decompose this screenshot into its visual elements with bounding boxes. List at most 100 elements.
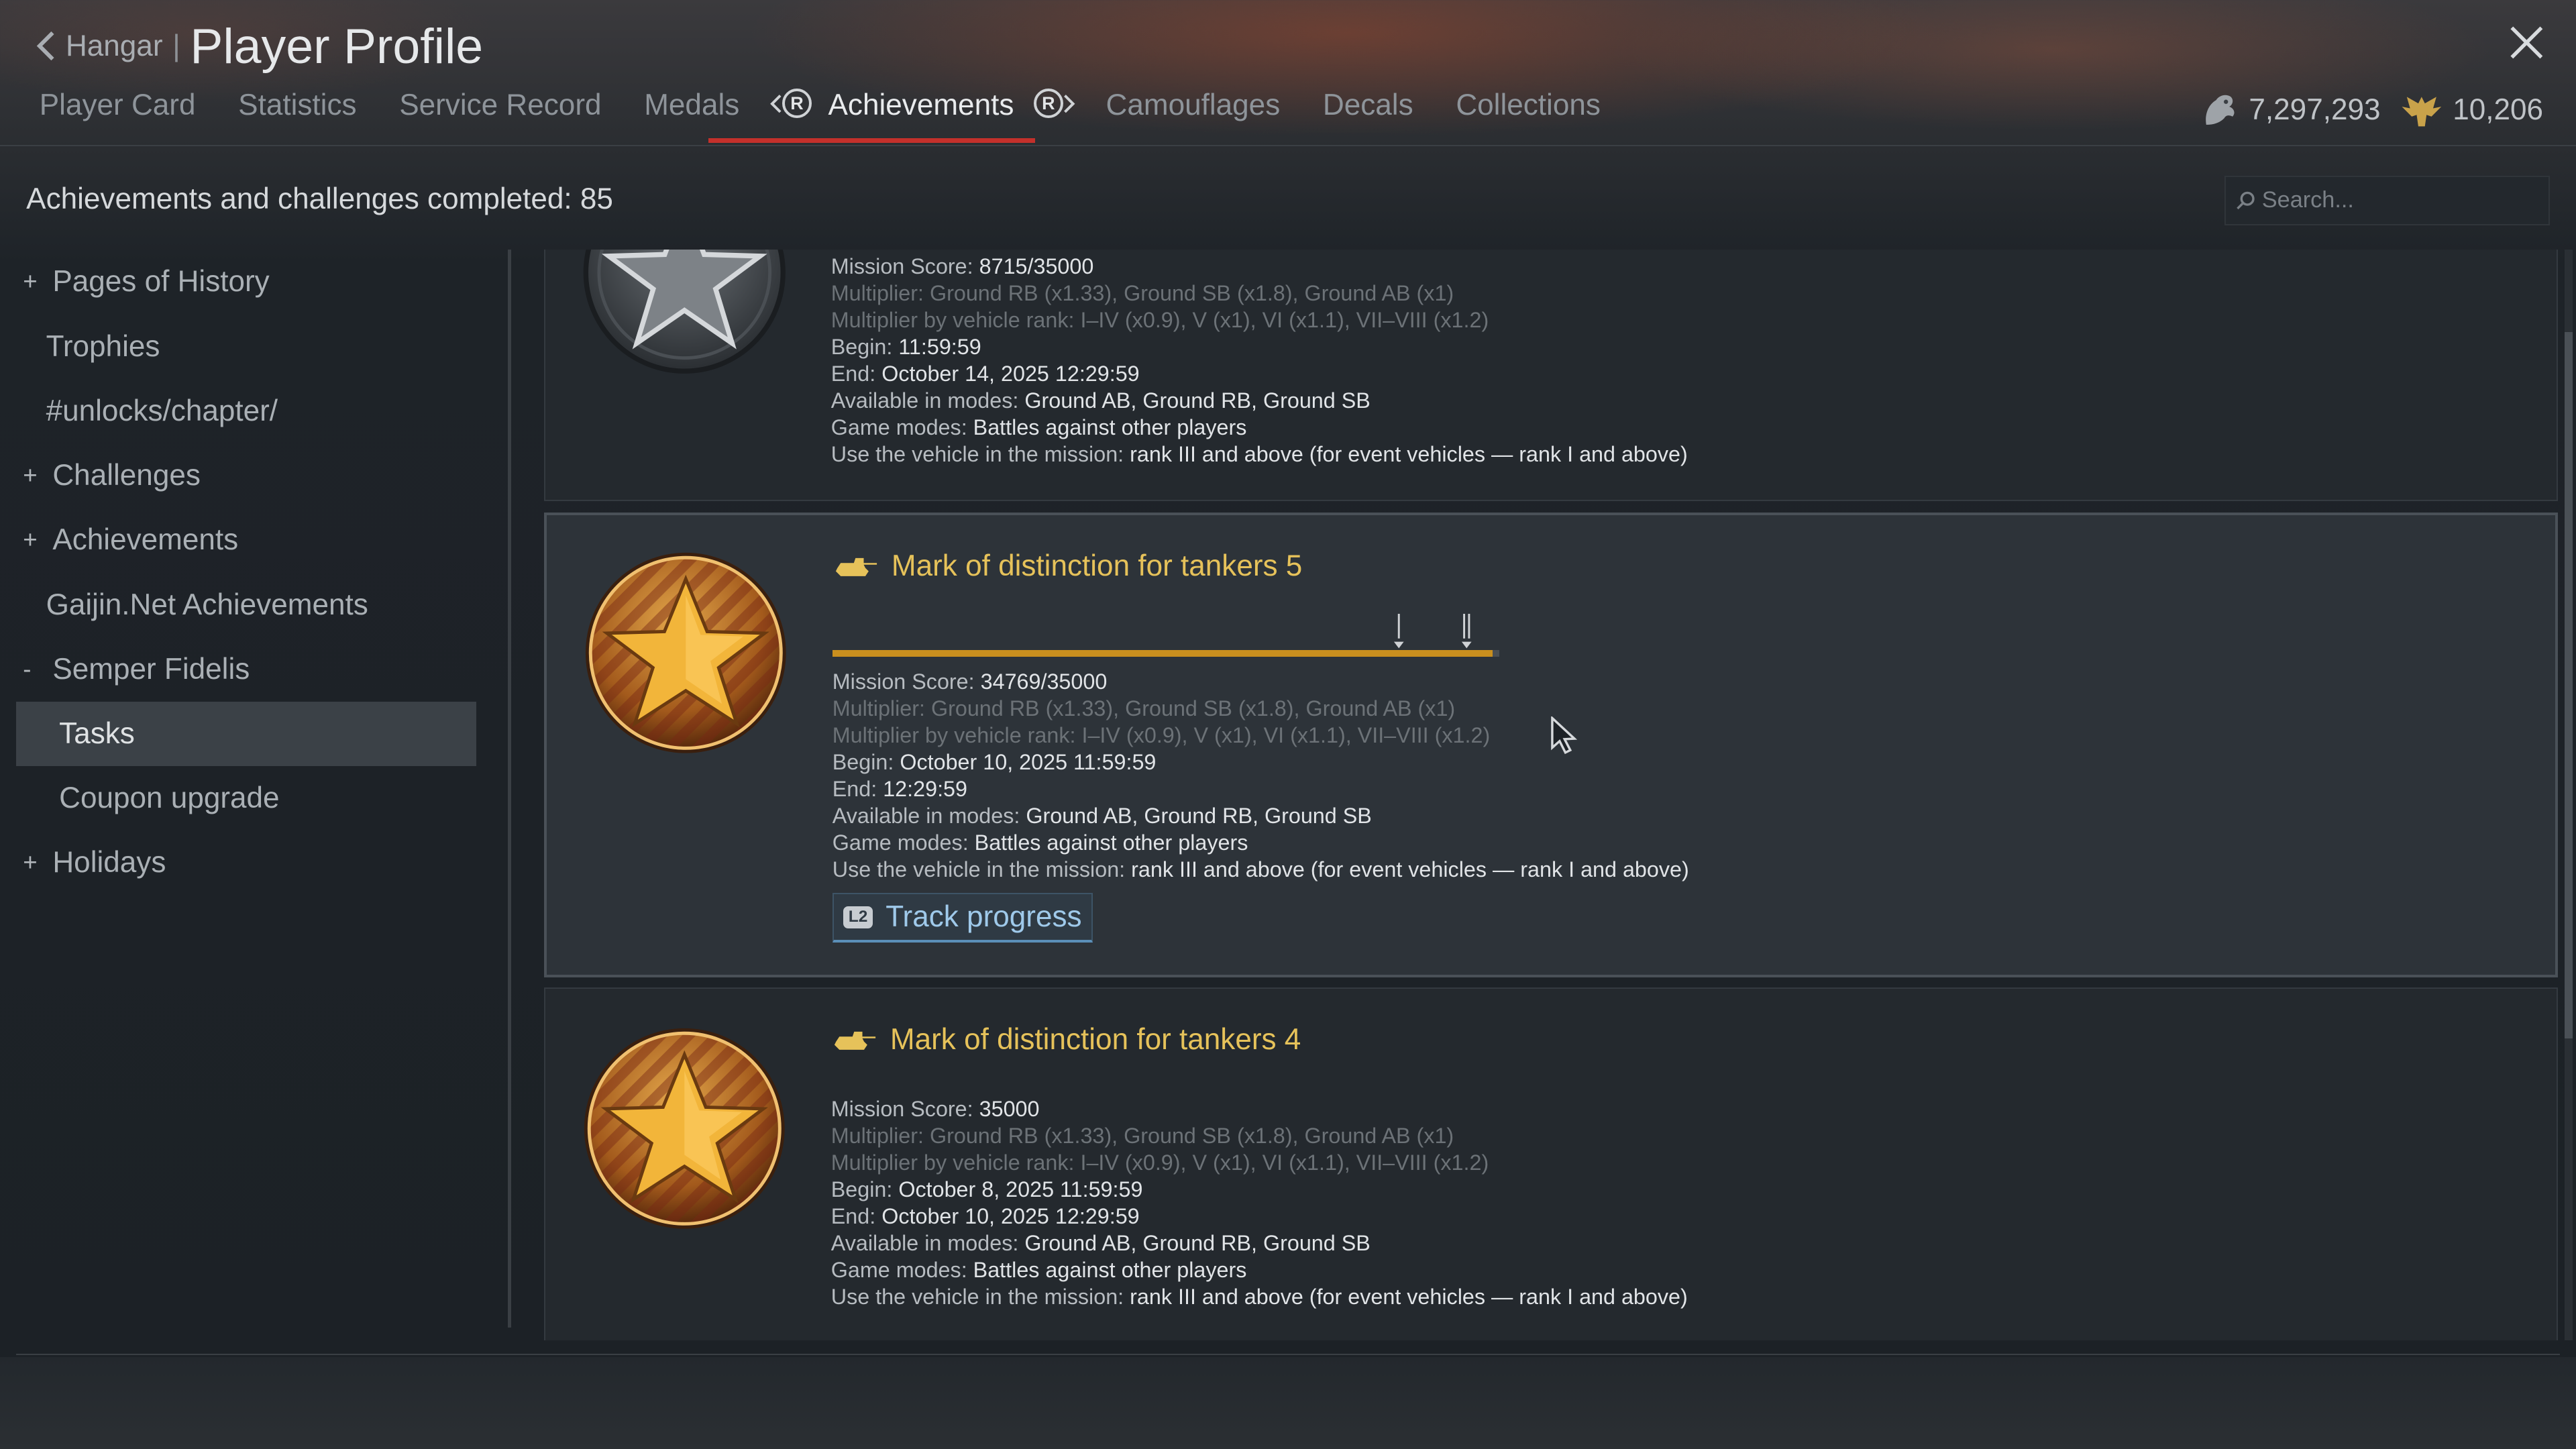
mouse-cursor-icon bbox=[1551, 716, 1578, 754]
vehicle-row: Use the vehicle in the mission: rank III… bbox=[833, 856, 1689, 883]
silver-lions: 7,297,293 bbox=[2200, 92, 2381, 128]
caret-right-icon bbox=[1063, 94, 1075, 113]
tab-statistics[interactable]: Statistics bbox=[238, 89, 356, 122]
multiplier-rank-row: Multiplier by vehicle rank: I–IV (x0.9),… bbox=[830, 1150, 1489, 1175]
sidebar-item-achievements[interactable]: + Achievements bbox=[16, 508, 476, 572]
close-icon bbox=[2510, 26, 2543, 59]
gold-star-medal-icon bbox=[584, 1028, 786, 1229]
sidebar-item-gaijin-net-achievements[interactable]: Gaijin.Net Achievements bbox=[16, 572, 476, 637]
sidebar-item-label: Achievements bbox=[52, 523, 239, 557]
sidebar-item-label: Pages of History bbox=[52, 265, 270, 299]
begin-label: Begin: bbox=[830, 1177, 893, 1202]
tab-collections[interactable]: Collections bbox=[1456, 89, 1601, 122]
task-title-text: Mark of distinction for tankers 5 bbox=[891, 549, 1303, 583]
caret-left-icon bbox=[770, 94, 782, 113]
end-value: October 14, 2025 12:29:59 bbox=[881, 361, 1140, 386]
stage-marker-1 bbox=[1394, 614, 1404, 649]
multiplier-row: Multiplier: Ground RB (x1.33), Ground SB… bbox=[830, 1124, 1454, 1148]
silver-lion-icon bbox=[2206, 95, 2235, 125]
prev-tab-gamepad-hint[interactable]: R bbox=[769, 89, 812, 119]
completed-count: Achievements and challenges completed: 8… bbox=[26, 182, 613, 215]
vehicle-label: Use the vehicle in the mission: bbox=[830, 1285, 1124, 1309]
chevron-left-icon bbox=[36, 31, 54, 61]
modes-row: Available in modes: Ground AB, Ground RB… bbox=[831, 387, 1688, 414]
sidebar-item-semper-fidelis[interactable]: - Semper Fidelis bbox=[16, 637, 476, 702]
tab-medals[interactable]: Medals bbox=[644, 89, 739, 122]
sidebar-item-unlocks-chapter[interactable]: #unlocks/chapter/ bbox=[16, 379, 476, 443]
tab-service-record[interactable]: Service Record bbox=[399, 89, 601, 122]
sidebar-item-label: #unlocks/chapter/ bbox=[46, 394, 278, 427]
mission-score-value: 35000 bbox=[979, 1097, 1040, 1121]
back-label: Hangar bbox=[65, 29, 163, 62]
header-divider bbox=[0, 144, 2576, 146]
sidebar-item-label: Coupon upgrade bbox=[59, 782, 280, 815]
sidebar-item-pages-of-history[interactable]: + Pages of History bbox=[16, 250, 476, 314]
golden-eagles-amount: 10,206 bbox=[2453, 93, 2544, 127]
vehicle-value: rank III and above (for event vehicles —… bbox=[1130, 442, 1688, 467]
page-title: Player Profile bbox=[190, 18, 484, 74]
next-tab-gamepad-hint[interactable]: R bbox=[1033, 89, 1077, 119]
scrollbar-thumb[interactable] bbox=[2564, 331, 2573, 1038]
sidebar-item-challenges[interactable]: + Challenges bbox=[16, 443, 476, 508]
modes-label: Available in modes: bbox=[830, 388, 1019, 413]
sidebar-item-label: Holidays bbox=[52, 846, 166, 879]
r-stick-icon: R bbox=[782, 89, 812, 119]
modes-value: Ground AB, Ground RB, Ground SB bbox=[1024, 388, 1371, 413]
mission-score-value: 34769/35000 bbox=[980, 669, 1108, 694]
collapse-indicator: - bbox=[23, 655, 32, 683]
vehicle-value: rank III and above (for event vehicles —… bbox=[1130, 1285, 1688, 1309]
task-title: Mark of distinction for tankers 5 bbox=[833, 549, 1303, 583]
task-card[interactable]: Mark of distinction for tankers 4 Missio… bbox=[543, 987, 2559, 1341]
mission-score-row: Mission Score: 35000 bbox=[831, 1095, 1688, 1122]
sidebar-item-label: Semper Fidelis bbox=[52, 652, 250, 686]
begin-value: 11:59:59 bbox=[898, 334, 981, 359]
gold-star-medal-icon bbox=[586, 553, 787, 754]
task-title-text: Mark of distinction for tankers 4 bbox=[890, 1023, 1301, 1057]
expand-indicator: + bbox=[23, 462, 38, 490]
game-modes-label: Game modes: bbox=[832, 830, 969, 855]
sidebar-item-trophies[interactable]: Trophies bbox=[16, 314, 476, 378]
tab-achievements[interactable]: Achievements bbox=[828, 89, 1014, 122]
end-label: End: bbox=[832, 777, 877, 801]
search-icon bbox=[2236, 191, 2255, 210]
content-bottom-divider bbox=[16, 1353, 2560, 1356]
tab-player-card[interactable]: Player Card bbox=[40, 89, 196, 122]
vehicle-label: Use the vehicle in the mission: bbox=[832, 857, 1126, 882]
silver-star-medal-icon bbox=[584, 250, 786, 374]
tab-camouflages[interactable]: Camouflages bbox=[1106, 89, 1281, 122]
end-label: End: bbox=[830, 1204, 876, 1229]
end-value: 12:29:59 bbox=[883, 777, 967, 801]
golden-eagle-icon bbox=[2402, 97, 2442, 127]
golden-eagles: 10,206 bbox=[2400, 92, 2543, 128]
back-to-hangar-button[interactable]: Hangar bbox=[36, 30, 163, 63]
end-row: End: October 10, 2025 12:29:59 bbox=[831, 1203, 1688, 1230]
sidebar-item-label: Trophies bbox=[46, 329, 160, 363]
search-input[interactable] bbox=[2255, 185, 2544, 215]
search-box[interactable] bbox=[2224, 176, 2550, 225]
stage-marker-2 bbox=[1461, 614, 1472, 649]
modes-label: Available in modes: bbox=[830, 1231, 1019, 1256]
sidebar-item-coupon-upgrade[interactable]: Coupon upgrade bbox=[16, 766, 476, 830]
task-card[interactable]: Mission Score: 8715/35000 Multiplier: Gr… bbox=[543, 250, 2559, 501]
sidebar-item-holidays[interactable]: + Holidays bbox=[16, 830, 476, 895]
scrollbar[interactable] bbox=[2564, 250, 2573, 1341]
vehicle-value: rank III and above (for event vehicles —… bbox=[1131, 857, 1689, 882]
expand-indicator: + bbox=[23, 268, 38, 296]
close-button[interactable] bbox=[2507, 23, 2546, 62]
end-label: End: bbox=[830, 361, 876, 386]
sidebar-divider bbox=[507, 250, 511, 1328]
screen: Hangar | Player Profile Player Card Stat… bbox=[0, 0, 2576, 1449]
end-value: October 10, 2025 12:29:59 bbox=[881, 1204, 1140, 1229]
game-modes-label: Game modes: bbox=[830, 1258, 967, 1283]
sidebar-item-tasks[interactable]: Tasks bbox=[16, 701, 477, 767]
mission-score-row: Mission Score: 34769/35000 bbox=[833, 668, 1689, 695]
mission-score-row: Mission Score: 8715/35000 bbox=[831, 253, 1688, 280]
sidebar-item-label: Gaijin.Net Achievements bbox=[46, 588, 368, 621]
tab-decals[interactable]: Decals bbox=[1323, 89, 1413, 122]
title-bar: Hangar | Player Profile bbox=[36, 13, 483, 79]
game-modes-label: Game modes: bbox=[830, 415, 967, 439]
track-progress-button[interactable]: L2 Track progress bbox=[832, 893, 1093, 943]
end-row: End: 12:29:59 bbox=[833, 775, 1689, 802]
game-modes-value: Battles against other players bbox=[973, 415, 1247, 439]
mission-score-label: Mission Score: bbox=[830, 254, 973, 278]
